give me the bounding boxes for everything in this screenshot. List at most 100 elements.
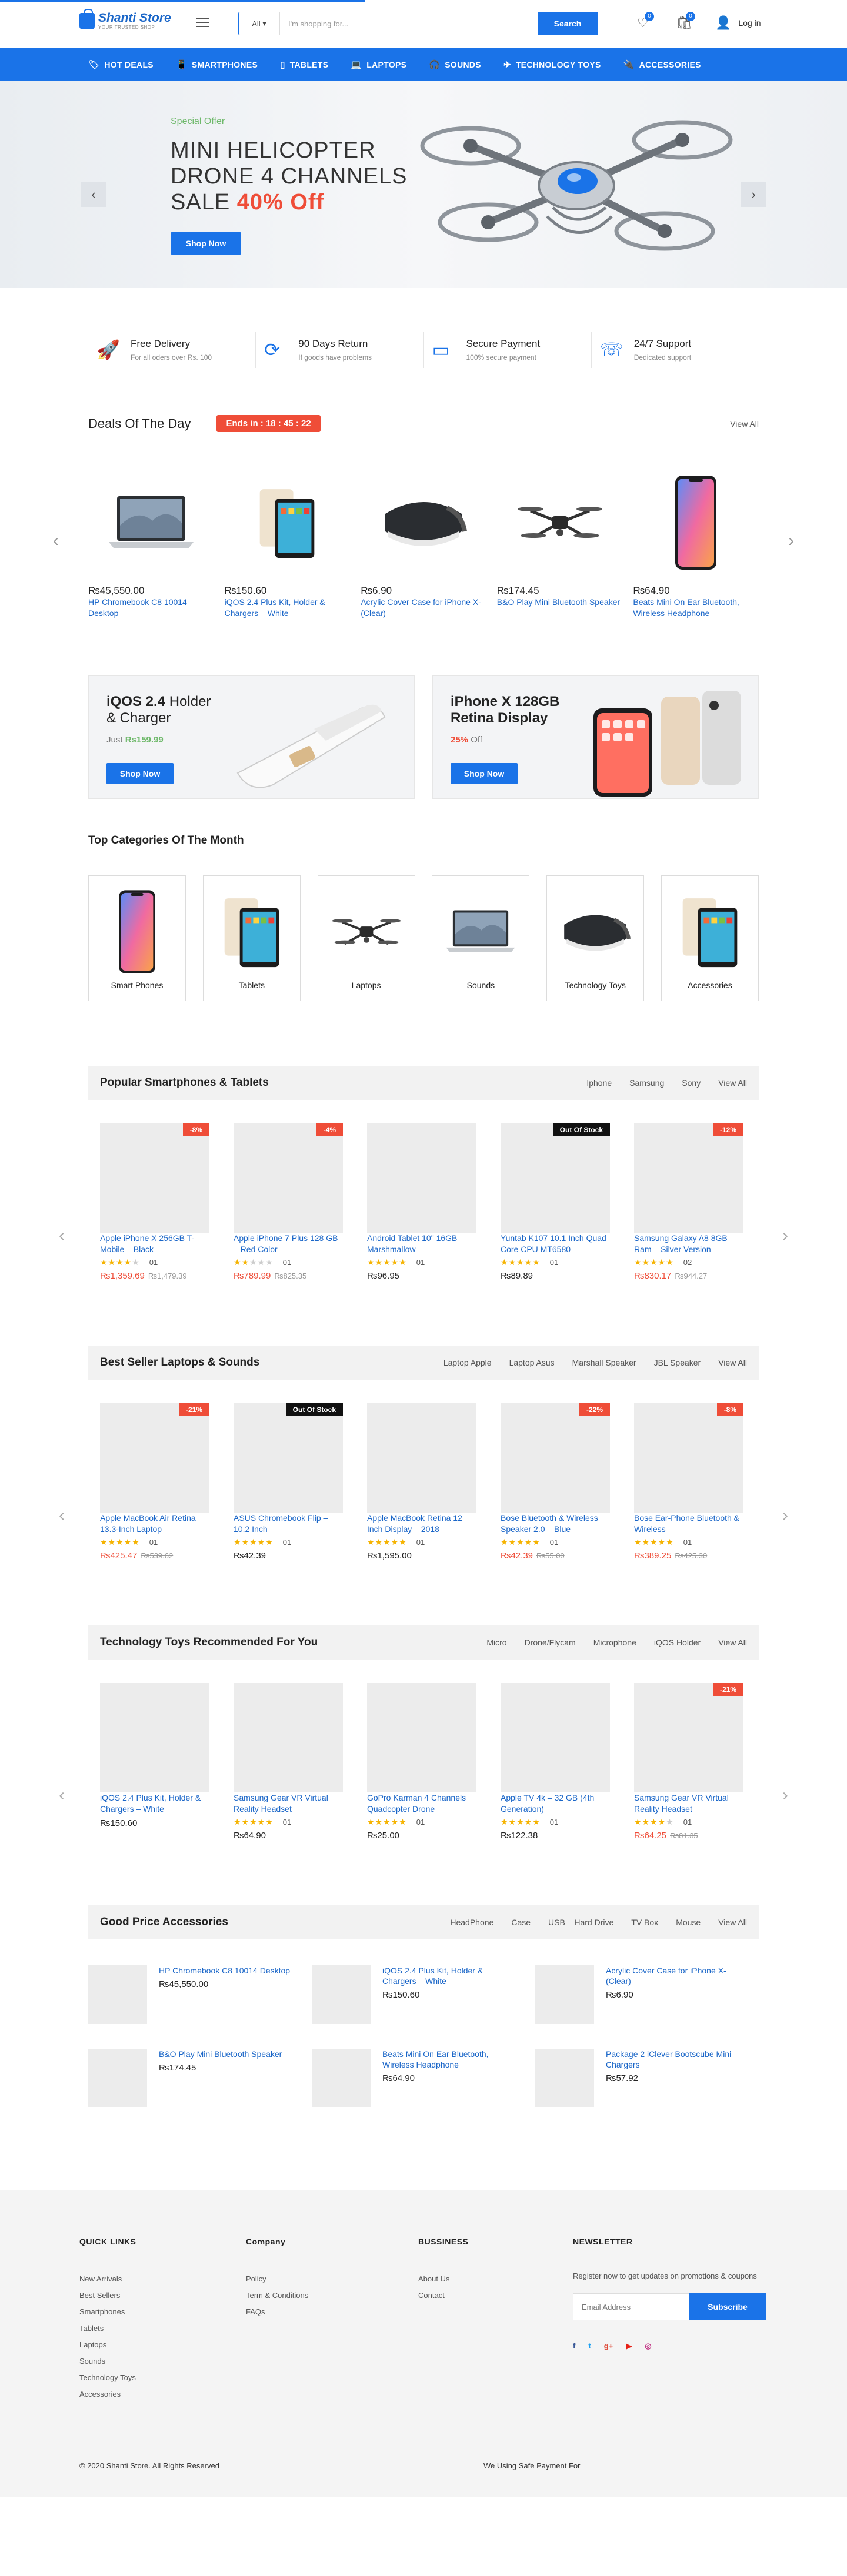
accessory-image[interactable]	[88, 2049, 147, 2107]
section-tab[interactable]: HeadPhone	[450, 1918, 493, 1927]
product-image[interactable]: -21%	[100, 1403, 209, 1513]
section-next-arrow[interactable]: ›	[782, 1785, 788, 1805]
deal-product-link[interactable]: B&O Play Mini Bluetooth Speaker	[497, 597, 620, 607]
category-card[interactable]: Accessories	[661, 875, 759, 1001]
section-prev-arrow[interactable]: ‹	[59, 1226, 65, 1246]
product-image[interactable]: Out Of Stock	[234, 1403, 343, 1513]
twitter-icon[interactable]: t	[588, 2341, 591, 2351]
section-tab[interactable]: View All	[718, 1638, 747, 1647]
nav-item-hot-deals[interactable]: 🏷 HOT DEALS	[88, 59, 154, 70]
deal-product-link[interactable]: Beats Mini On Ear Bluetooth, Wireless He…	[633, 597, 739, 618]
section-tab[interactable]: Laptop Apple	[443, 1358, 492, 1367]
accessory-image[interactable]	[88, 1965, 147, 2024]
instagram-icon[interactable]: ◎	[645, 2341, 651, 2351]
hero-prev-arrow[interactable]: ‹	[81, 182, 106, 207]
accessory-image[interactable]	[535, 1965, 594, 2024]
section-tab[interactable]: Iphone	[586, 1078, 612, 1088]
section-tab[interactable]: Micro	[486, 1638, 506, 1647]
category-card[interactable]: Technology Toys	[546, 875, 645, 1001]
nav-item-laptops[interactable]: 💻 LAPTOPS	[351, 59, 406, 70]
section-tab[interactable]: Laptop Asus	[509, 1358, 555, 1367]
section-prev-arrow[interactable]: ‹	[59, 1506, 65, 1525]
product-name-link[interactable]: iQOS 2.4 Plus Kit, Holder & Chargers – W…	[100, 1793, 201, 1814]
section-tab[interactable]: JBL Speaker	[654, 1358, 701, 1367]
deal-product-link[interactable]: HP Chromebook C8 10014 Desktop	[88, 597, 187, 618]
accessory-item[interactable]: Acrylic Cover Case for iPhone X- (Clear)…	[535, 1965, 759, 2024]
promo-banner[interactable]: iQOS 2.4 Holder & Charger Just Rs159.99 Sho…	[88, 675, 415, 799]
footer-link[interactable]: About Us	[418, 2274, 468, 2283]
category-card[interactable]: Tablets	[202, 875, 301, 1001]
footer-link[interactable]: Term & Conditions	[246, 2291, 308, 2300]
deal-product-link[interactable]: iQOS 2.4 Plus Kit, Holder & Chargers – W…	[225, 597, 325, 618]
drone-image[interactable]	[497, 464, 623, 581]
accessory-image[interactable]	[312, 1965, 371, 2024]
product-name-link[interactable]: Samsung Gear VR Virtual Reality Headset	[634, 1793, 729, 1814]
section-tab[interactable]: TV Box	[631, 1918, 658, 1927]
section-tab[interactable]: View All	[718, 1358, 747, 1367]
footer-link[interactable]: Laptops	[79, 2340, 136, 2349]
product-card[interactable]: Apple MacBook Retina 12 Inch Display – 2…	[367, 1403, 476, 1561]
accessory-image[interactable]	[312, 2049, 371, 2107]
accessory-name-link[interactable]: B&O Play Mini Bluetooth Speaker	[159, 2049, 294, 2059]
search-button[interactable]: Search	[538, 12, 598, 35]
product-card[interactable]: -4% Apple iPhone 7 Plus 128 GB – Red Colo…	[234, 1123, 343, 1281]
product-card[interactable]: -8% Bose Ear-Phone Bluetooth & Wireless ★★…	[634, 1403, 743, 1561]
promo-banner[interactable]: iPhone X 128GB Retina Display 25% Off Shop …	[432, 675, 759, 799]
hero-next-arrow[interactable]: ›	[741, 182, 766, 207]
accessory-name-link[interactable]: iQOS 2.4 Plus Kit, Holder & Chargers – W…	[382, 1965, 518, 1986]
newsletter-email-input[interactable]	[573, 2293, 689, 2320]
deal-card[interactable]: ₨174.45 B&O Play Mini Bluetooth Speaker	[497, 464, 623, 619]
product-image[interactable]: -12%	[634, 1123, 743, 1233]
accessory-item[interactable]: Package 2 iClever Bootscube Mini Charger…	[535, 2049, 759, 2107]
product-image[interactable]: Out Of Stock	[501, 1123, 610, 1233]
product-card[interactable]: -8% Apple iPhone X 256GB T-Mobile – Black…	[100, 1123, 209, 1281]
youtube-icon[interactable]: ▶	[626, 2341, 632, 2351]
section-tab[interactable]: Drone/Flycam	[525, 1638, 576, 1647]
section-tab[interactable]: Mouse	[676, 1918, 701, 1927]
vr-headset-image[interactable]	[361, 464, 486, 581]
product-name-link[interactable]: Bose Bluetooth & Wireless Speaker 2.0 – …	[501, 1513, 598, 1534]
product-card[interactable]: Android Tablet 10" 16GB Marshmallow ★★★★★…	[367, 1123, 476, 1281]
category-card[interactable]: Smart Phones	[88, 875, 186, 1001]
accessory-name-link[interactable]: Acrylic Cover Case for iPhone X- (Clear)	[606, 1965, 741, 1986]
footer-link[interactable]: Accessories	[79, 2390, 136, 2398]
section-tab[interactable]: iQOS Holder	[654, 1638, 701, 1647]
product-card[interactable]: -22% Bose Bluetooth & Wireless Speaker 2.…	[501, 1403, 610, 1561]
section-tab[interactable]: Microphone	[593, 1638, 636, 1647]
nav-item-tablets[interactable]: ▯ TABLETS	[280, 59, 328, 70]
product-image[interactable]	[234, 1683, 343, 1792]
product-card[interactable]: -21% Apple MacBook Air Retina 13.3-Inch L…	[100, 1403, 209, 1561]
footer-link[interactable]: Smartphones	[79, 2307, 136, 2316]
category-card[interactable]: Laptops	[317, 875, 415, 1001]
product-name-link[interactable]: Apple MacBook Retina 12 Inch Display – 2…	[367, 1513, 462, 1534]
accessory-image[interactable]	[535, 2049, 594, 2107]
product-name-link[interactable]: GoPro Karman 4 Channels Quadcopter Drone	[367, 1793, 466, 1814]
accessory-item[interactable]: iQOS 2.4 Plus Kit, Holder & Chargers – W…	[312, 1965, 535, 2024]
phone-image[interactable]	[633, 464, 759, 581]
google-plus-icon[interactable]: g+	[604, 2341, 613, 2351]
deal-card[interactable]: ₨6.90 Acrylic Cover Case for iPhone X- (C…	[361, 464, 486, 619]
product-card[interactable]: Out Of Stock Yuntab K107 10.1 Inch Quad C…	[501, 1123, 610, 1281]
banner-shop-now-button[interactable]: Shop Now	[106, 763, 174, 784]
section-tab[interactable]: Sony	[682, 1078, 701, 1088]
product-name-link[interactable]: Apple TV 4k – 32 GB (4th Generation)	[501, 1793, 594, 1814]
section-next-arrow[interactable]: ›	[782, 1226, 788, 1246]
section-tab[interactable]: View All	[718, 1918, 747, 1927]
product-image[interactable]: -4%	[234, 1123, 343, 1233]
menu-icon[interactable]	[196, 18, 209, 30]
footer-link[interactable]: FAQs	[246, 2307, 308, 2316]
product-card[interactable]: Apple TV 4k – 32 GB (4th Generation) ★★★★…	[501, 1683, 610, 1841]
deals-view-all-link[interactable]: View All	[730, 419, 759, 429]
product-image[interactable]	[367, 1403, 476, 1513]
accessory-name-link[interactable]: HP Chromebook C8 10014 Desktop	[159, 1965, 294, 1976]
deal-product-link[interactable]: Acrylic Cover Case for iPhone X- (Clear)	[361, 597, 481, 618]
wishlist-icon[interactable]: ♡ 0	[633, 12, 654, 32]
deals-prev-arrow[interactable]: ‹	[53, 531, 59, 551]
accessory-item[interactable]: B&O Play Mini Bluetooth Speaker ₨174.45	[88, 2049, 312, 2107]
product-card[interactable]: Out Of Stock ASUS Chromebook Flip – 10.2 …	[234, 1403, 343, 1561]
product-name-link[interactable]: Samsung Galaxy A8 8GB Ram – Silver Versi…	[634, 1233, 728, 1254]
deal-card[interactable]: ₨45,550.00 HP Chromebook C8 10014 Desktop	[88, 464, 214, 619]
product-name-link[interactable]: Apple MacBook Air Retina 13.3-Inch Lapto…	[100, 1513, 196, 1534]
footer-link[interactable]: Tablets	[79, 2324, 136, 2333]
section-next-arrow[interactable]: ›	[782, 1506, 788, 1525]
